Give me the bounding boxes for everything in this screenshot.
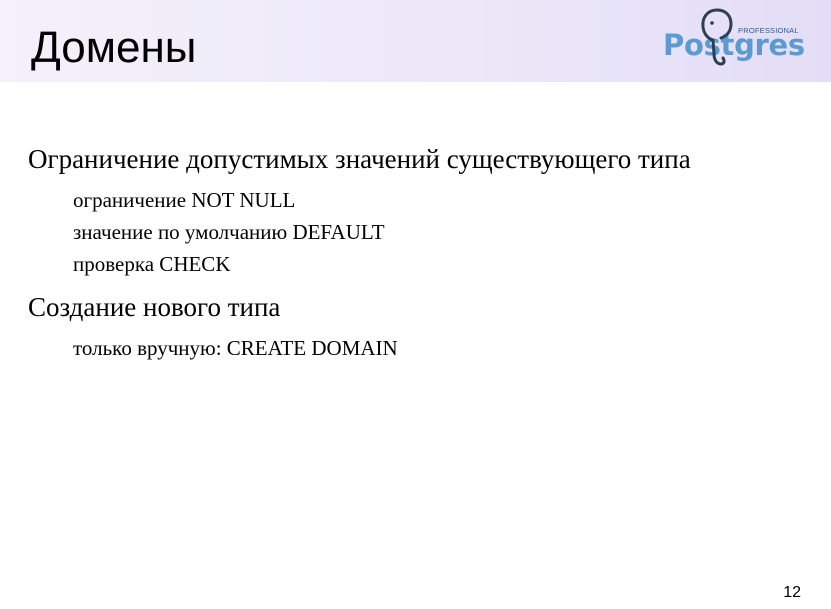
page-number: 12 bbox=[783, 584, 801, 601]
list-item: значение по умолчанию DEFAULT bbox=[73, 220, 385, 244]
slide-content: Ограничение допустимых значений существу… bbox=[28, 138, 808, 364]
slide-header: Домены PROFESSIONAL Postgres bbox=[0, 0, 831, 82]
section-new-type: Создание нового типа только вручную: CRE… bbox=[28, 286, 808, 364]
list-item: проверка CHECK bbox=[73, 252, 231, 276]
elephant-icon bbox=[701, 8, 733, 66]
bullet-list: только вручную: CREATE DOMAIN bbox=[73, 332, 808, 364]
bullet-list: ограничение NOT NULL значение по умолчан… bbox=[73, 184, 808, 280]
section-heading: Создание нового типа bbox=[28, 292, 281, 322]
list-item: ограничение NOT NULL bbox=[73, 188, 296, 212]
section-value-restriction: Ограничение допустимых значений существу… bbox=[28, 138, 808, 280]
postgres-professional-logo: PROFESSIONAL Postgres bbox=[660, 6, 810, 72]
slide-title: Домены bbox=[31, 23, 197, 72]
list-item: только вручную: CREATE DOMAIN bbox=[73, 336, 398, 360]
section-heading: Ограничение допустимых значений существу… bbox=[28, 144, 691, 174]
